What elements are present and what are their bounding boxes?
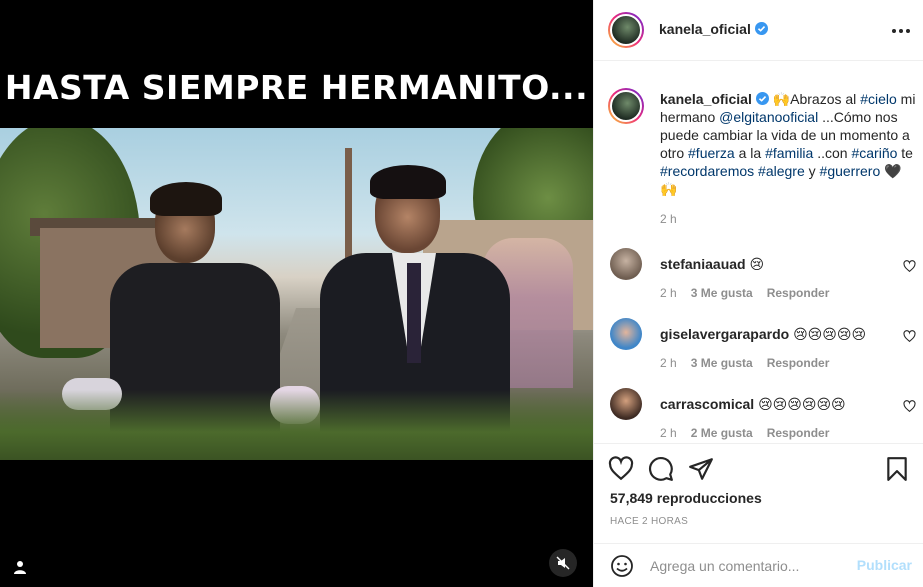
comment-time: 2 h	[660, 286, 677, 300]
author-avatar-image	[610, 14, 642, 46]
user-tag-icon	[14, 561, 26, 574]
comments-list[interactable]: kanela_oficial 🙌Abrazos al #cielo mi her…	[594, 62, 923, 442]
comment-input[interactable]	[650, 556, 850, 576]
caption-hashtag-link[interactable]: #familia	[765, 145, 813, 161]
caption-hashtag-link[interactable]: #fuerza	[688, 145, 735, 161]
author-username-text[interactable]: kanela_oficial	[659, 21, 751, 37]
comment-avatar[interactable]	[610, 388, 642, 420]
comment-reply-button[interactable]: Responder	[767, 426, 830, 440]
caption-text-segment: a la	[734, 145, 766, 161]
comment-composer: Publicar	[594, 543, 923, 587]
caption-avatar-image	[610, 90, 642, 122]
comment-meta: 2 h 3 Me gusta Responder	[660, 286, 829, 300]
post-actions: 57,849 reproducciones HACE 2 HORAS	[594, 443, 923, 543]
comment-text: stefaniaauad 😢	[660, 256, 764, 273]
comment-likes[interactable]: 3 Me gusta	[691, 286, 753, 300]
caption-hashtag-link[interactable]: @elgitanooficial	[719, 109, 818, 125]
caption-username[interactable]: kanela_oficial	[660, 91, 752, 107]
share-icon[interactable]	[688, 456, 714, 482]
more-icon-dot	[899, 29, 903, 33]
comment-username[interactable]: stefaniaauad	[660, 256, 746, 272]
caption-hashtag-link[interactable]: #cariño	[851, 145, 897, 161]
mute-icon	[556, 556, 570, 570]
caption-hashtag-link[interactable]: #guerrero	[820, 163, 881, 179]
more-icon-dot	[906, 29, 910, 33]
comment-item: stefaniaauad 😢 2 h 3 Me gusta Responder	[608, 248, 918, 308]
comment-reply-button[interactable]: Responder	[767, 286, 830, 300]
comment-avatar[interactable]	[610, 248, 642, 280]
comment-avatar[interactable]	[610, 318, 642, 350]
caption-text-segment: 🙌Abrazos al	[772, 91, 861, 107]
video-frame[interactable]	[0, 128, 593, 460]
caption-text-segment: ..con	[813, 145, 852, 161]
comment-meta: 2 h 3 Me gusta Responder	[660, 356, 829, 370]
comment-like-heart-icon[interactable]	[903, 260, 916, 273]
person-right-hair	[370, 165, 446, 199]
caption-text: kanela_oficial 🙌Abrazos al #cielo mi her…	[660, 90, 918, 198]
comment-username[interactable]: carrascomical	[660, 396, 754, 412]
post-header: kanela_oficial	[594, 0, 923, 61]
comment-time: 2 h	[660, 356, 677, 370]
more-icon	[892, 29, 896, 33]
comment-item: carrascomical 😢😢😢😢😢😢 2 h 2 Me gusta Respon…	[608, 388, 918, 442]
heart-icon[interactable]	[608, 456, 634, 482]
posted-time[interactable]: HACE 2 HORAS	[610, 516, 688, 527]
mute-button[interactable]	[549, 549, 577, 577]
comment-body: 😢	[749, 256, 765, 272]
caption-time: 2 h	[660, 212, 677, 226]
video-overlay-title: HASTA SIEMPRE HERMANITO...	[4, 68, 589, 107]
comment-likes[interactable]: 2 Me gusta	[691, 426, 753, 440]
caption-hashtag-link[interactable]: #recordaremos	[660, 163, 754, 179]
comment-username[interactable]: giselavergarapardo	[660, 326, 789, 342]
caption-hashtag-link[interactable]: #cielo	[860, 91, 897, 107]
verified-icon	[754, 22, 768, 35]
post-panel: kanela_oficial kanela_oficial 🙌Abrazos a…	[593, 0, 923, 587]
comment-item: giselavergarapardo 😢😢😢😢😢 2 h 3 Me gusta Re…	[608, 318, 918, 378]
comment-body: 😢😢😢😢😢	[793, 326, 867, 342]
comment-like-heart-icon[interactable]	[903, 400, 916, 413]
comment-body: 😢😢😢😢😢😢	[758, 396, 846, 412]
person-left-hair	[150, 182, 222, 216]
comment-likes[interactable]: 3 Me gusta	[691, 356, 753, 370]
caption-hashtag-link[interactable]: #alegre	[758, 163, 805, 179]
view-count[interactable]: 57,849 reproducciones	[610, 490, 762, 506]
comment-time: 2 h	[660, 426, 677, 440]
author-username[interactable]: kanela_oficial	[659, 21, 768, 37]
bookmark-icon[interactable]	[884, 456, 910, 482]
comment-reply-button[interactable]: Responder	[767, 356, 830, 370]
comment-text: giselavergarapardo 😢😢😢😢😢	[660, 326, 866, 343]
publish-button[interactable]: Publicar	[857, 557, 912, 573]
caption-text-segment: te	[897, 145, 913, 161]
comment-meta: 2 h 2 Me gusta Responder	[660, 426, 829, 440]
grass	[0, 390, 593, 460]
comment-like-heart-icon[interactable]	[903, 330, 916, 343]
caption-avatar[interactable]	[608, 88, 644, 124]
action-icons	[608, 456, 913, 482]
verified-icon	[755, 92, 769, 105]
comment-text: carrascomical 😢😢😢😢😢😢	[660, 396, 846, 413]
post-media[interactable]: HASTA SIEMPRE HERMANITO...	[0, 0, 593, 587]
comment-icon[interactable]	[648, 456, 674, 482]
author-avatar[interactable]	[608, 12, 644, 48]
user-tag-button[interactable]	[8, 555, 32, 579]
emoji-icon[interactable]	[610, 554, 634, 578]
more-options-button[interactable]	[890, 22, 912, 40]
person-right-tie	[407, 263, 421, 363]
caption-text-segment: y	[804, 163, 820, 179]
